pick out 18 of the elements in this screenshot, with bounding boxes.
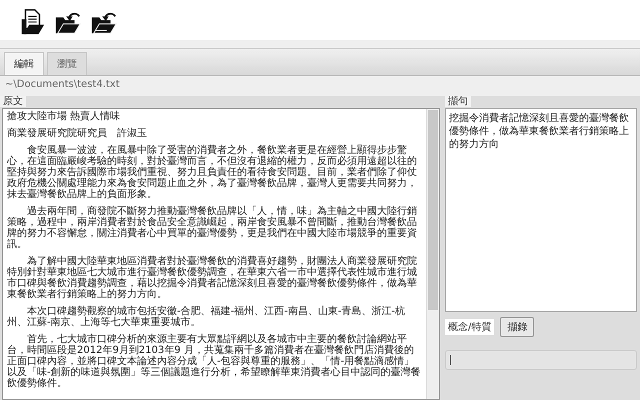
excerpt-text-area[interactable]: 挖掘令消費者記憶深刻且喜愛的臺灣餐飲優勢條件，做為華東餐飲業者行銷策略上的努力方向	[445, 108, 637, 312]
paragraph: 商業發展研究院研究員 許淑玉	[7, 128, 148, 139]
panel-label: 原文	[0, 96, 26, 107]
scroll-thumb[interactable]	[428, 110, 438, 310]
tab[interactable]: 瀏覽	[47, 52, 87, 75]
paragraph: 食安風暴一波波，在風暴中除了受害的消費者之外，餐飲業者更是在經營上顯得步步驚心，在這面臨嚴峻考驗的時刻，對於臺灣而言，不但沒有退縮的權力，反而必須用遠超以往的堅持與努力來告訴國際市場我們重視、努力且負責任的看待食安問題。目前，業者們除了仰仗政府危機公關處理能力來為食安問題止血之外，為了臺灣餐飲品牌，臺灣人更需要共同努力，抹去臺灣餐飲品牌上的負面形象。	[7, 145, 418, 200]
paragraph: 本次口碑趨勢觀察的城市包括安徽-合肥、福建-福州、江西-南昌、山東-青島、浙江-杭州、江蘇-南京、上海等七大華東重要城市。	[7, 306, 406, 328]
scrollbar[interactable]	[426, 109, 439, 399]
paragraph: 首先，七大城市口碑分析的來源主要有大眾點評網以及各城市中主要的餐飲討論網站平台，時間區段是2012年9月到2103年9 月，共蒐集兩千多篇消費者在臺灣餐飲門店消費後的正面口碑內容，並將口碑文本論述內容分成「人-包容與尊重的服務」、「情-用餐點滴感情」以及「味-創新的味道與氛圍」等三個議題進行分析，希望瞭解華東消費者心目中認同的臺灣餐飲優勢條件。	[7, 334, 422, 389]
panel-label: 擷句	[445, 96, 471, 107]
paragraph: 搶攻大陸市場 熱賣人情味	[7, 111, 122, 122]
paragraph: 為了解中國大陸華東地區消費者對於臺灣餐飲的消費喜好趨勢，財團法人商業發展研究院特別針對華東地區七大城市進行臺灣餐飲優勢調查，在華東六省一市中選擇代表性城市進行城市口碑與餐飲消費趨勢調查，藉以挖掘令消費者記憶深刻且喜愛的臺灣餐飲優勢條件，做為華東餐飲業者行銷策略上的努力方向。	[7, 256, 418, 300]
input-field[interactable]	[445, 350, 637, 370]
extract-button[interactable]: 擷錄	[500, 317, 534, 337]
file-path: ~\Documents\test4.txt	[5, 79, 120, 90]
paragraph: 過去兩年間，商發院不斷努力推動臺灣餐飲品牌以「人，情，味」為主軸之中國大陸行銷策略，過程中，兩岸消費者對於食品安全意識崛起，兩岸食安風暴不曾間斷，推動台灣餐飲品牌的努力不容懈怠，關注消費者心中買單的臺灣優勢，更是我們在中國大陸市場競爭的重要資訊。	[7, 206, 418, 250]
tab[interactable]: 編輯	[4, 52, 44, 75]
concept-label: 概念/特質	[445, 319, 494, 335]
